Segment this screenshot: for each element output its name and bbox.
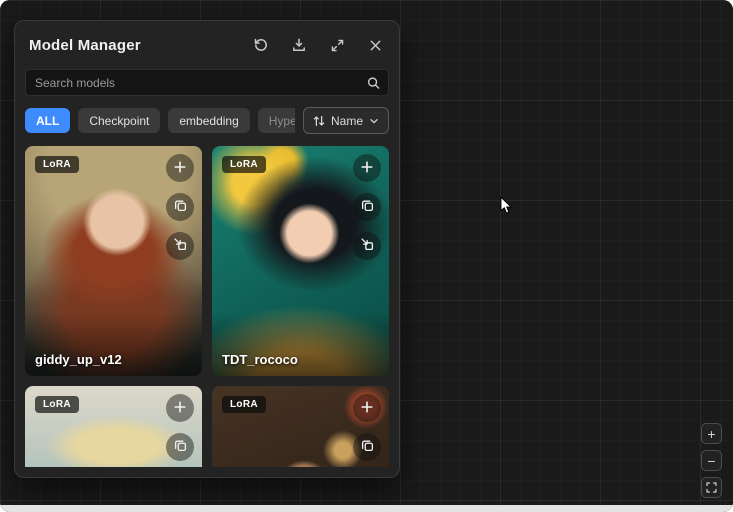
copy-model-button[interactable] (353, 433, 381, 461)
copy-model-button[interactable] (166, 193, 194, 221)
chevron-down-icon (368, 115, 380, 127)
model-type-badge: LoRA (35, 156, 79, 173)
insert-model-button[interactable] (166, 232, 194, 260)
horizontal-scrollbar[interactable] (0, 505, 733, 512)
search-bar (25, 69, 389, 96)
fit-view-button[interactable] (701, 477, 722, 498)
panel-header: Model Manager (15, 21, 399, 65)
add-model-button[interactable] (353, 154, 381, 182)
card-actions (353, 394, 381, 467)
download-button[interactable] (287, 33, 311, 57)
filter-chip-all[interactable]: ALL (25, 108, 70, 133)
insert-into-workflow-icon (360, 237, 375, 255)
close-button[interactable] (363, 33, 387, 57)
zoom-out-button[interactable]: − (701, 450, 722, 471)
expand-button[interactable] (325, 33, 349, 57)
model-type-badge: LoRA (222, 396, 266, 413)
copy-model-button[interactable] (166, 433, 194, 461)
search-input[interactable] (25, 69, 389, 96)
add-model-button[interactable] (353, 394, 381, 422)
plus-icon (172, 399, 188, 418)
model-type-badge: LoRA (222, 156, 266, 173)
panel-title: Model Manager (29, 37, 235, 54)
expand-icon (330, 38, 345, 53)
model-card-grid: LoRA giddy_up_v12 LoRA (25, 146, 389, 467)
model-name: giddy_up_v12 (35, 352, 122, 367)
plus-icon (359, 159, 375, 178)
plus-icon (172, 159, 188, 178)
card-actions (166, 154, 194, 260)
refresh-icon (253, 37, 269, 53)
model-card[interactable]: LoRA (212, 386, 389, 467)
card-actions (353, 154, 381, 260)
model-card[interactable]: LoRA giddy_up_v12 (25, 146, 202, 376)
insert-into-workflow-icon (173, 237, 188, 255)
canvas-zoom-controls: + − (701, 423, 722, 498)
add-model-button[interactable] (166, 394, 194, 422)
model-name: TDT_rococo (222, 352, 298, 367)
sort-arrows-icon (312, 114, 326, 128)
copy-model-button[interactable] (353, 193, 381, 221)
filter-chip-embedding[interactable]: embedding (168, 108, 249, 133)
sort-label: Name (331, 114, 363, 128)
refresh-button[interactable] (249, 33, 273, 57)
plus-icon (359, 399, 375, 418)
add-model-button[interactable] (166, 154, 194, 182)
card-actions (166, 394, 194, 467)
filter-chip-hypernetwork[interactable]: Hyper (258, 108, 295, 133)
copy-icon (360, 198, 375, 216)
fit-view-icon (705, 481, 718, 494)
copy-icon (173, 438, 188, 456)
insert-model-button[interactable] (353, 232, 381, 260)
filter-row: ALL Checkpoint embedding Hyper Name (25, 107, 389, 134)
model-card[interactable]: LoRA TDT_rococo (212, 146, 389, 376)
copy-icon (360, 438, 375, 456)
sort-dropdown[interactable]: Name (303, 107, 389, 134)
download-icon (291, 37, 307, 53)
copy-icon (173, 198, 188, 216)
zoom-in-button[interactable]: + (701, 423, 722, 444)
filter-chip-checkpoint[interactable]: Checkpoint (78, 108, 160, 133)
close-icon (368, 38, 383, 53)
app-window: Model Manager (0, 0, 733, 512)
model-type-badge: LoRA (35, 396, 79, 413)
search-icon (366, 75, 381, 90)
model-manager-panel: Model Manager (14, 20, 400, 478)
model-card[interactable]: LoRA (25, 386, 202, 467)
